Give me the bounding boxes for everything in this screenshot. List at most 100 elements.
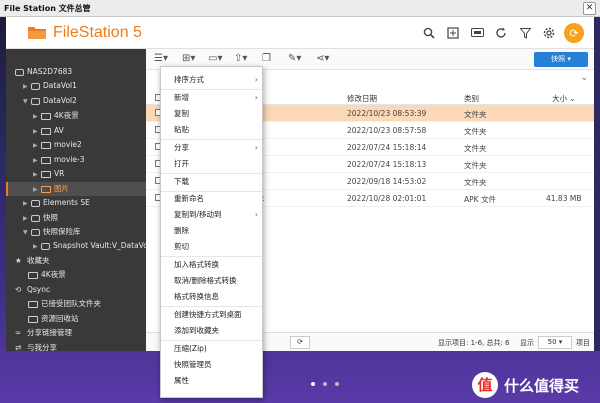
sidebar-item-team-folder[interactable]: 已接受团队文件夹 (6, 297, 146, 311)
folder-icon (41, 185, 51, 193)
watermark-text: 什么值得买 (504, 376, 580, 395)
menu-item-copy-move[interactable]: 复制到/移动到 › (161, 207, 262, 223)
close-button[interactable]: ✕ (583, 2, 596, 15)
header-type[interactable]: 类别 (464, 93, 479, 104)
sidebar-item-elements-se[interactable]: ▶ Elements SE (6, 196, 146, 210)
search-icon[interactable] (420, 24, 438, 42)
menu-item-cancel-transcode[interactable]: 取消/删除格式转换 (161, 273, 262, 289)
sidebar-item-datavol2[interactable]: ▼ DataVol2 (6, 94, 146, 108)
tools-icon[interactable]: ✎▾ (288, 53, 301, 64)
folder-icon (41, 141, 51, 149)
sidebar-item-nas[interactable]: NAS2D7683 (6, 65, 146, 79)
per-page-select[interactable]: 50 ▾ (538, 336, 572, 349)
header-modified[interactable]: 修改日期 (347, 93, 377, 104)
app-brand: FileStation 5 (53, 24, 142, 41)
menu-item-add-transcode[interactable]: 加入格式转换 (161, 257, 262, 273)
display-label: 显示 (520, 339, 534, 347)
sidebar-item-movie2[interactable]: ▶ movie2 (6, 138, 146, 152)
expand-arrow-icon[interactable]: ▶ (23, 80, 31, 94)
filter-icon[interactable] (516, 24, 534, 42)
expand-arrow-icon[interactable]: ▶ (33, 139, 41, 153)
expand-arrow-icon[interactable]: ▶ (33, 125, 41, 139)
watermark: 值 什么值得买 (472, 372, 579, 398)
sidebar-item-shared-with-me[interactable]: ⇄ 与我分享 (6, 341, 146, 351)
drive-icon (41, 242, 50, 250)
sidebar-item-recycle-bin[interactable]: 资源回收站 (6, 312, 146, 326)
expand-arrow-icon[interactable]: ▶ (23, 212, 31, 226)
submenu-arrow-icon: › (254, 93, 258, 102)
collapse-arrow-icon[interactable]: ▼ (23, 226, 31, 240)
sidebar-item-snapshot[interactable]: ▶ 快照 (6, 211, 146, 225)
desktop-page-dots (311, 382, 339, 386)
sidebar-item-fav-4k-night[interactable]: 4K夜景 (6, 268, 146, 282)
submenu-arrow-icon: › (254, 75, 258, 84)
page-dot[interactable] (335, 382, 339, 386)
share-icon[interactable]: ⋖▾ (316, 53, 329, 64)
expand-arrow-icon[interactable]: ▶ (33, 168, 41, 182)
display-items-text: 显示项目: 1-6, 总共: 6 (438, 339, 510, 347)
snapshot-button[interactable]: 快照 ▾ (534, 52, 588, 67)
drive-icon (31, 97, 40, 105)
qfile-icon[interactable]: ⟳ (564, 23, 584, 43)
watermark-badge: 值 (472, 372, 498, 398)
sidebar-item-snapshot-vault[interactable]: ▼ 快照保险库 (6, 225, 146, 239)
sidebar-item-snapshot-vault-datavol1[interactable]: ▶ Snapshot Vault:V_DataVol1 (6, 239, 146, 253)
sidebar-item-4k-night[interactable]: ▶ 4K夜景 (6, 109, 146, 123)
drive-icon (31, 199, 40, 207)
page-dot[interactable] (323, 382, 327, 386)
header-size[interactable]: 大小 ⌄ (552, 93, 576, 104)
menu-item-copy[interactable]: 复制 (161, 106, 262, 122)
desktop-edge (594, 17, 600, 351)
page-dot[interactable] (311, 382, 315, 386)
sidebar: NAS2D7683 ▶ DataVol1 ▼ DataVol2 ▶ 4K夜景 ▶ AV … (6, 49, 146, 351)
refresh-icon[interactable] (492, 24, 510, 42)
create-folder-icon[interactable]: ⊞▾ (182, 53, 195, 64)
folder-icon (28, 300, 38, 308)
menu-item-desktop-shortcut[interactable]: 创建快捷方式到桌面 (161, 307, 262, 323)
sidebar-item-vr[interactable]: ▶ VR (6, 167, 146, 181)
sidebar-item-movie3[interactable]: ▶ movie-3 (6, 153, 146, 167)
expand-arrow-icon[interactable]: ▶ (33, 240, 41, 254)
expand-arrow-icon[interactable]: ▶ (33, 110, 41, 124)
expand-arrow-icon[interactable]: ▶ (23, 197, 31, 211)
window-titlebar: File Station 文件总管 ✕ (0, 0, 600, 17)
display-icon[interactable] (468, 24, 486, 42)
settings-icon[interactable] (540, 24, 558, 42)
menu-item-add-favorite[interactable]: 添加到收藏夹 (161, 323, 262, 339)
sidebar-item-favorites[interactable]: ★ 收藏夹 (6, 254, 146, 268)
upload-arrow-icon[interactable]: ⇧▾ (234, 53, 247, 64)
folder-icon (41, 156, 51, 164)
more-options-icon[interactable]: ⌄ (580, 73, 588, 83)
sidebar-item-pictures[interactable]: ▶ 图片 (6, 182, 146, 196)
sidebar-item-share-links[interactable]: ∞ 分享链接管理 (6, 326, 146, 340)
menu-item-share[interactable]: 分享 › (161, 140, 262, 156)
folder-icon (41, 127, 51, 135)
menu-item-open[interactable]: 打开 (161, 156, 262, 172)
copy-icon[interactable]: ❐ (262, 53, 271, 64)
upload-icon[interactable] (444, 24, 462, 42)
refresh-icon[interactable]: ⟳ (290, 336, 310, 349)
menu-item-new[interactable]: 新增 › (161, 90, 262, 106)
menu-item-delete[interactable]: 删除 (161, 223, 262, 239)
upload-folder-icon[interactable]: ▭▾ (208, 53, 222, 64)
expand-arrow-icon[interactable]: ▶ (33, 183, 41, 197)
menu-item-sort[interactable]: 排序方式 › (161, 72, 262, 88)
menu-item-transcode-info[interactable]: 格式转换信息 (161, 289, 262, 305)
menu-item-cut[interactable]: 剪切 (161, 239, 262, 255)
share-icon: ⇄ (15, 343, 22, 351)
sidebar-item-av[interactable]: ▶ AV (6, 124, 146, 138)
menu-item-download[interactable]: 下载 (161, 174, 262, 190)
collapse-arrow-icon[interactable]: ▼ (23, 95, 31, 109)
menu-item-paste[interactable]: 粘贴 (161, 122, 262, 138)
qsync-icon: ⟲ (15, 285, 22, 294)
list-view-icon[interactable]: ☰▾ (154, 53, 168, 64)
expand-arrow-icon[interactable]: ▶ (33, 154, 41, 168)
submenu-arrow-icon: › (254, 210, 258, 219)
menu-item-rename[interactable]: 重新命名 (161, 191, 262, 207)
link-icon: ∞ (15, 328, 22, 337)
filestation-logo-icon (28, 27, 46, 39)
drive-icon (31, 214, 40, 222)
sidebar-item-qsync[interactable]: ⟲ Qsync (6, 283, 146, 297)
folder-icon (41, 112, 51, 120)
sidebar-item-datavol1[interactable]: ▶ DataVol1 (6, 79, 146, 93)
